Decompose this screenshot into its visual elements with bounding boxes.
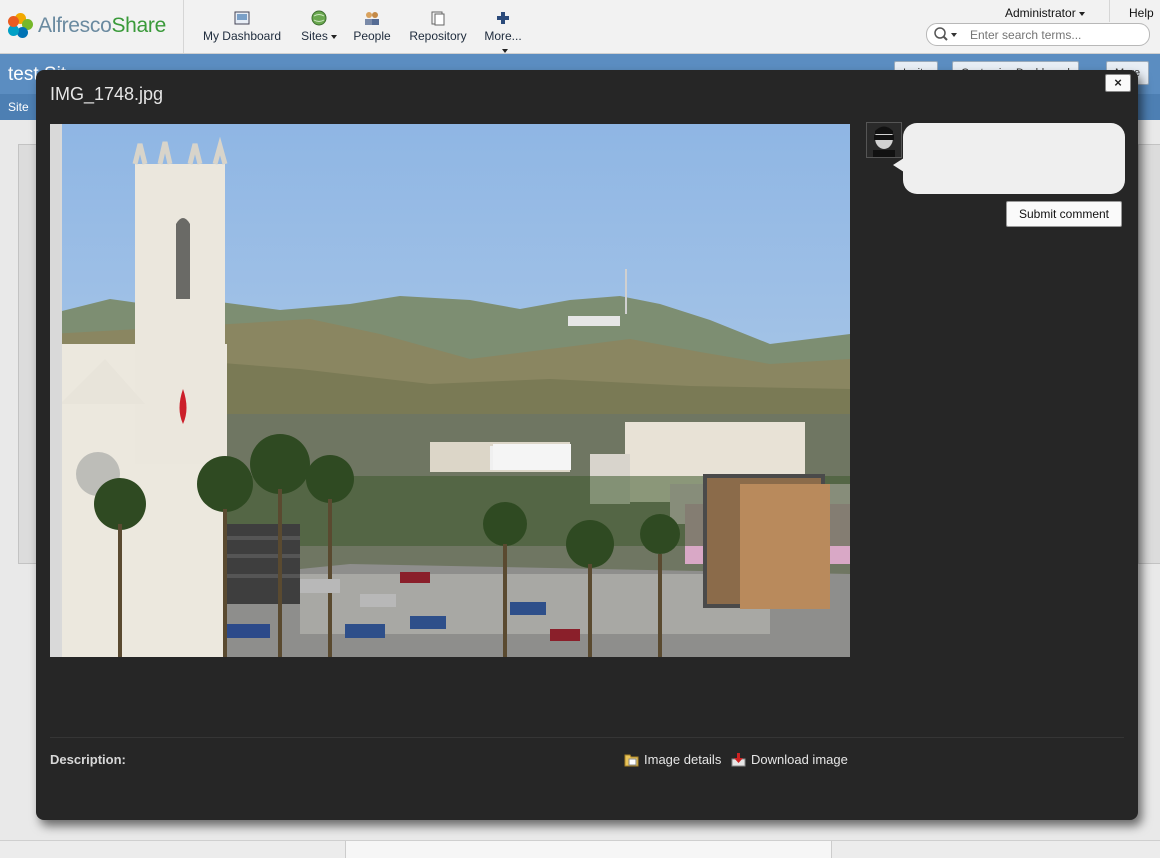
subnav-site-link[interactable]: Site <box>8 100 29 114</box>
image-preview-dialog: IMG_1748.jpg × Submit comment Descriptio… <box>36 70 1138 820</box>
nav-label: Sites <box>301 29 328 43</box>
nav-people[interactable]: People <box>350 10 394 43</box>
app-header: AlfrescoShare My Dashboard Sites People … <box>0 0 1160 54</box>
plus-icon <box>497 12 509 24</box>
nav-label: More... <box>484 29 522 43</box>
dashboard-icon <box>234 11 250 25</box>
footer-pane <box>345 841 832 858</box>
chevron-down-icon <box>1078 11 1085 16</box>
image-details-icon <box>624 754 639 766</box>
help-link[interactable]: Help <box>1129 6 1154 20</box>
nav-label: Repository <box>409 29 467 43</box>
search-input[interactable] <box>968 26 1142 43</box>
comment-bubble <box>903 123 1125 194</box>
alfresco-share-logo[interactable]: AlfrescoShare <box>8 10 166 42</box>
download-image-link[interactable]: Download image <box>731 752 848 767</box>
chevron-down-icon <box>330 34 337 39</box>
dashlet-right <box>1138 144 1160 564</box>
logo-text-share: Share <box>111 14 167 37</box>
comment-input[interactable] <box>913 131 1117 190</box>
people-icon <box>365 12 379 25</box>
avatar <box>866 122 902 158</box>
search-icon[interactable] <box>933 27 961 42</box>
nav-my-dashboard[interactable]: My Dashboard <box>201 10 283 43</box>
chevron-down-icon <box>501 48 508 53</box>
alfresco-flower-icon <box>8 13 34 39</box>
header-divider <box>1109 0 1110 22</box>
close-button[interactable]: × <box>1105 74 1131 92</box>
header-divider <box>183 0 184 53</box>
nav-label: My Dashboard <box>202 29 282 43</box>
sites-globe-icon <box>311 10 327 26</box>
logo-text-alfresco: Alfresco <box>38 14 112 37</box>
download-icon <box>731 752 746 766</box>
image-details-label: Image details <box>644 752 722 767</box>
submit-comment-button[interactable]: Submit comment <box>1006 201 1122 227</box>
preview-image <box>50 124 850 657</box>
repository-icon <box>431 11 445 26</box>
description-label: Description: <box>50 752 126 767</box>
footer <box>0 840 1160 858</box>
dialog-divider <box>50 737 1124 738</box>
nav-label: People <box>353 29 391 43</box>
nav-more[interactable]: More... <box>483 10 523 57</box>
download-image-label: Download image <box>751 752 848 767</box>
search-box <box>926 23 1150 46</box>
nav-sites[interactable]: Sites <box>300 10 338 43</box>
user-menu[interactable]: Administrator <box>1005 6 1085 20</box>
nav-repository[interactable]: Repository <box>406 10 470 43</box>
user-menu-label: Administrator <box>1005 6 1076 20</box>
image-details-link[interactable]: Image details <box>624 752 721 767</box>
dialog-title: IMG_1748.jpg <box>50 84 164 104</box>
